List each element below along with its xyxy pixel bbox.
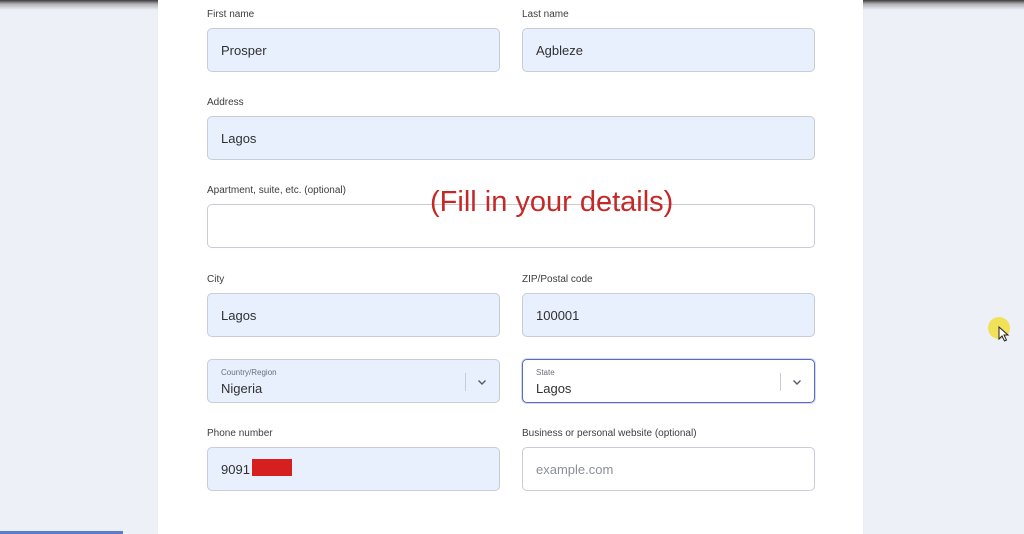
country-sublabel: Country/Region	[221, 368, 277, 377]
arrow-cursor-icon	[998, 326, 1010, 342]
last-name-value: Agbleze	[536, 43, 583, 58]
instruction-overlay: (Fill in your details)	[430, 186, 674, 218]
country-select[interactable]: Country/Region Nigeria	[207, 359, 500, 403]
city-value: Lagos	[221, 308, 257, 323]
address-form-card: First name Prosper Last name Agbleze Add…	[158, 0, 863, 534]
website-field[interactable]: example.com	[522, 447, 815, 491]
phone-label: Phone number	[207, 428, 273, 439]
last-name-field[interactable]: Agbleze	[522, 28, 815, 72]
last-name-label: Last name	[522, 9, 569, 20]
select-divider	[780, 373, 781, 391]
redaction-box	[252, 459, 292, 476]
apartment-label: Apartment, suite, etc. (optional)	[207, 185, 346, 196]
first-name-field[interactable]: Prosper	[207, 28, 500, 72]
country-value: Nigeria	[221, 381, 263, 396]
city-label: City	[207, 274, 225, 285]
state-select[interactable]: State Lagos	[522, 359, 815, 403]
address-value: Lagos	[221, 131, 257, 146]
mouse-pointer-icon	[988, 317, 1012, 342]
city-field[interactable]: Lagos	[207, 293, 500, 337]
zip-value: 100001	[536, 308, 580, 323]
address-field[interactable]: Lagos	[207, 116, 815, 160]
first-name-label: First name	[207, 9, 255, 20]
state-sublabel: State	[536, 368, 555, 377]
phone-value: 9091	[221, 462, 250, 477]
website-placeholder: example.com	[536, 462, 614, 477]
first-name-value: Prosper	[221, 43, 267, 58]
zip-label: ZIP/Postal code	[522, 274, 593, 285]
state-value: Lagos	[536, 381, 572, 396]
chevron-down-icon	[793, 380, 801, 385]
zip-field[interactable]: 100001	[522, 293, 815, 337]
chevron-down-icon	[478, 380, 486, 385]
address-label: Address	[207, 97, 244, 108]
website-label: Business or personal website (optional)	[522, 428, 697, 439]
select-divider	[465, 373, 466, 391]
phone-field[interactable]: 9091	[207, 447, 500, 491]
